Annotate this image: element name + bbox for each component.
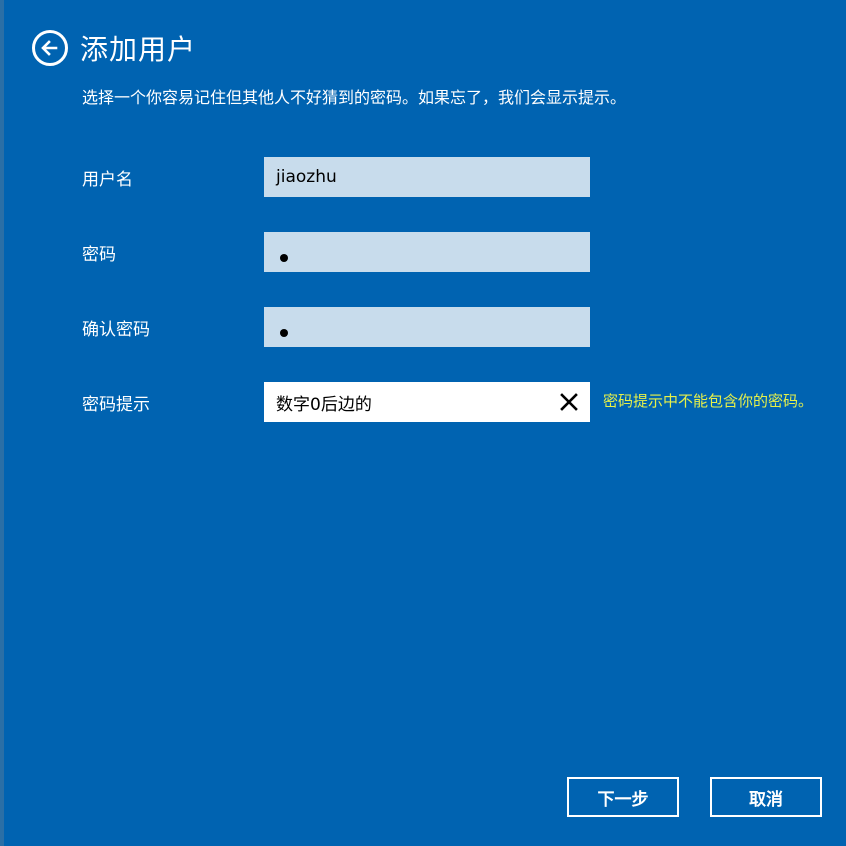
- add-user-dialog: 添加用户 选择一个你容易记住但其他人不好猜到的密码。如果忘了，我们会显示提示。 …: [0, 0, 846, 846]
- password-mask-dot: [280, 254, 288, 262]
- password-hint-value: 数字0后边的: [276, 394, 372, 415]
- window-edge: [0, 0, 4, 846]
- page-subtitle: 选择一个你容易记住但其他人不好猜到的密码。如果忘了，我们会显示提示。: [82, 88, 627, 107]
- username-label: 用户名: [82, 169, 133, 190]
- cancel-button[interactable]: 取消: [710, 777, 822, 817]
- header: 添加用户: [32, 28, 196, 68]
- back-arrow-icon: [41, 40, 58, 56]
- password-row: 密码: [82, 232, 590, 272]
- confirm-password-label: 确认密码: [82, 319, 150, 340]
- clear-hint-button[interactable]: [558, 391, 580, 413]
- username-value: jiaozhu: [276, 167, 337, 187]
- confirm-password-row: 确认密码: [82, 307, 590, 347]
- password-hint-input[interactable]: 数字0后边的: [264, 382, 590, 422]
- password-hint-label: 密码提示: [82, 394, 150, 415]
- close-icon: [560, 393, 578, 411]
- password-hint-row: 密码提示 数字0后边的: [82, 382, 590, 422]
- password-input[interactable]: [264, 232, 590, 272]
- username-row: 用户名 jiaozhu: [82, 157, 590, 197]
- page-title: 添加用户: [80, 33, 197, 66]
- password-hint-error: 密码提示中不能包含你的密码。: [603, 392, 814, 410]
- username-input[interactable]: jiaozhu: [264, 157, 590, 197]
- back-button[interactable]: [32, 30, 68, 66]
- confirm-password-input[interactable]: [264, 307, 590, 347]
- password-label: 密码: [82, 244, 116, 265]
- confirm-password-mask-dot: [280, 329, 288, 337]
- next-button[interactable]: 下一步: [567, 777, 679, 817]
